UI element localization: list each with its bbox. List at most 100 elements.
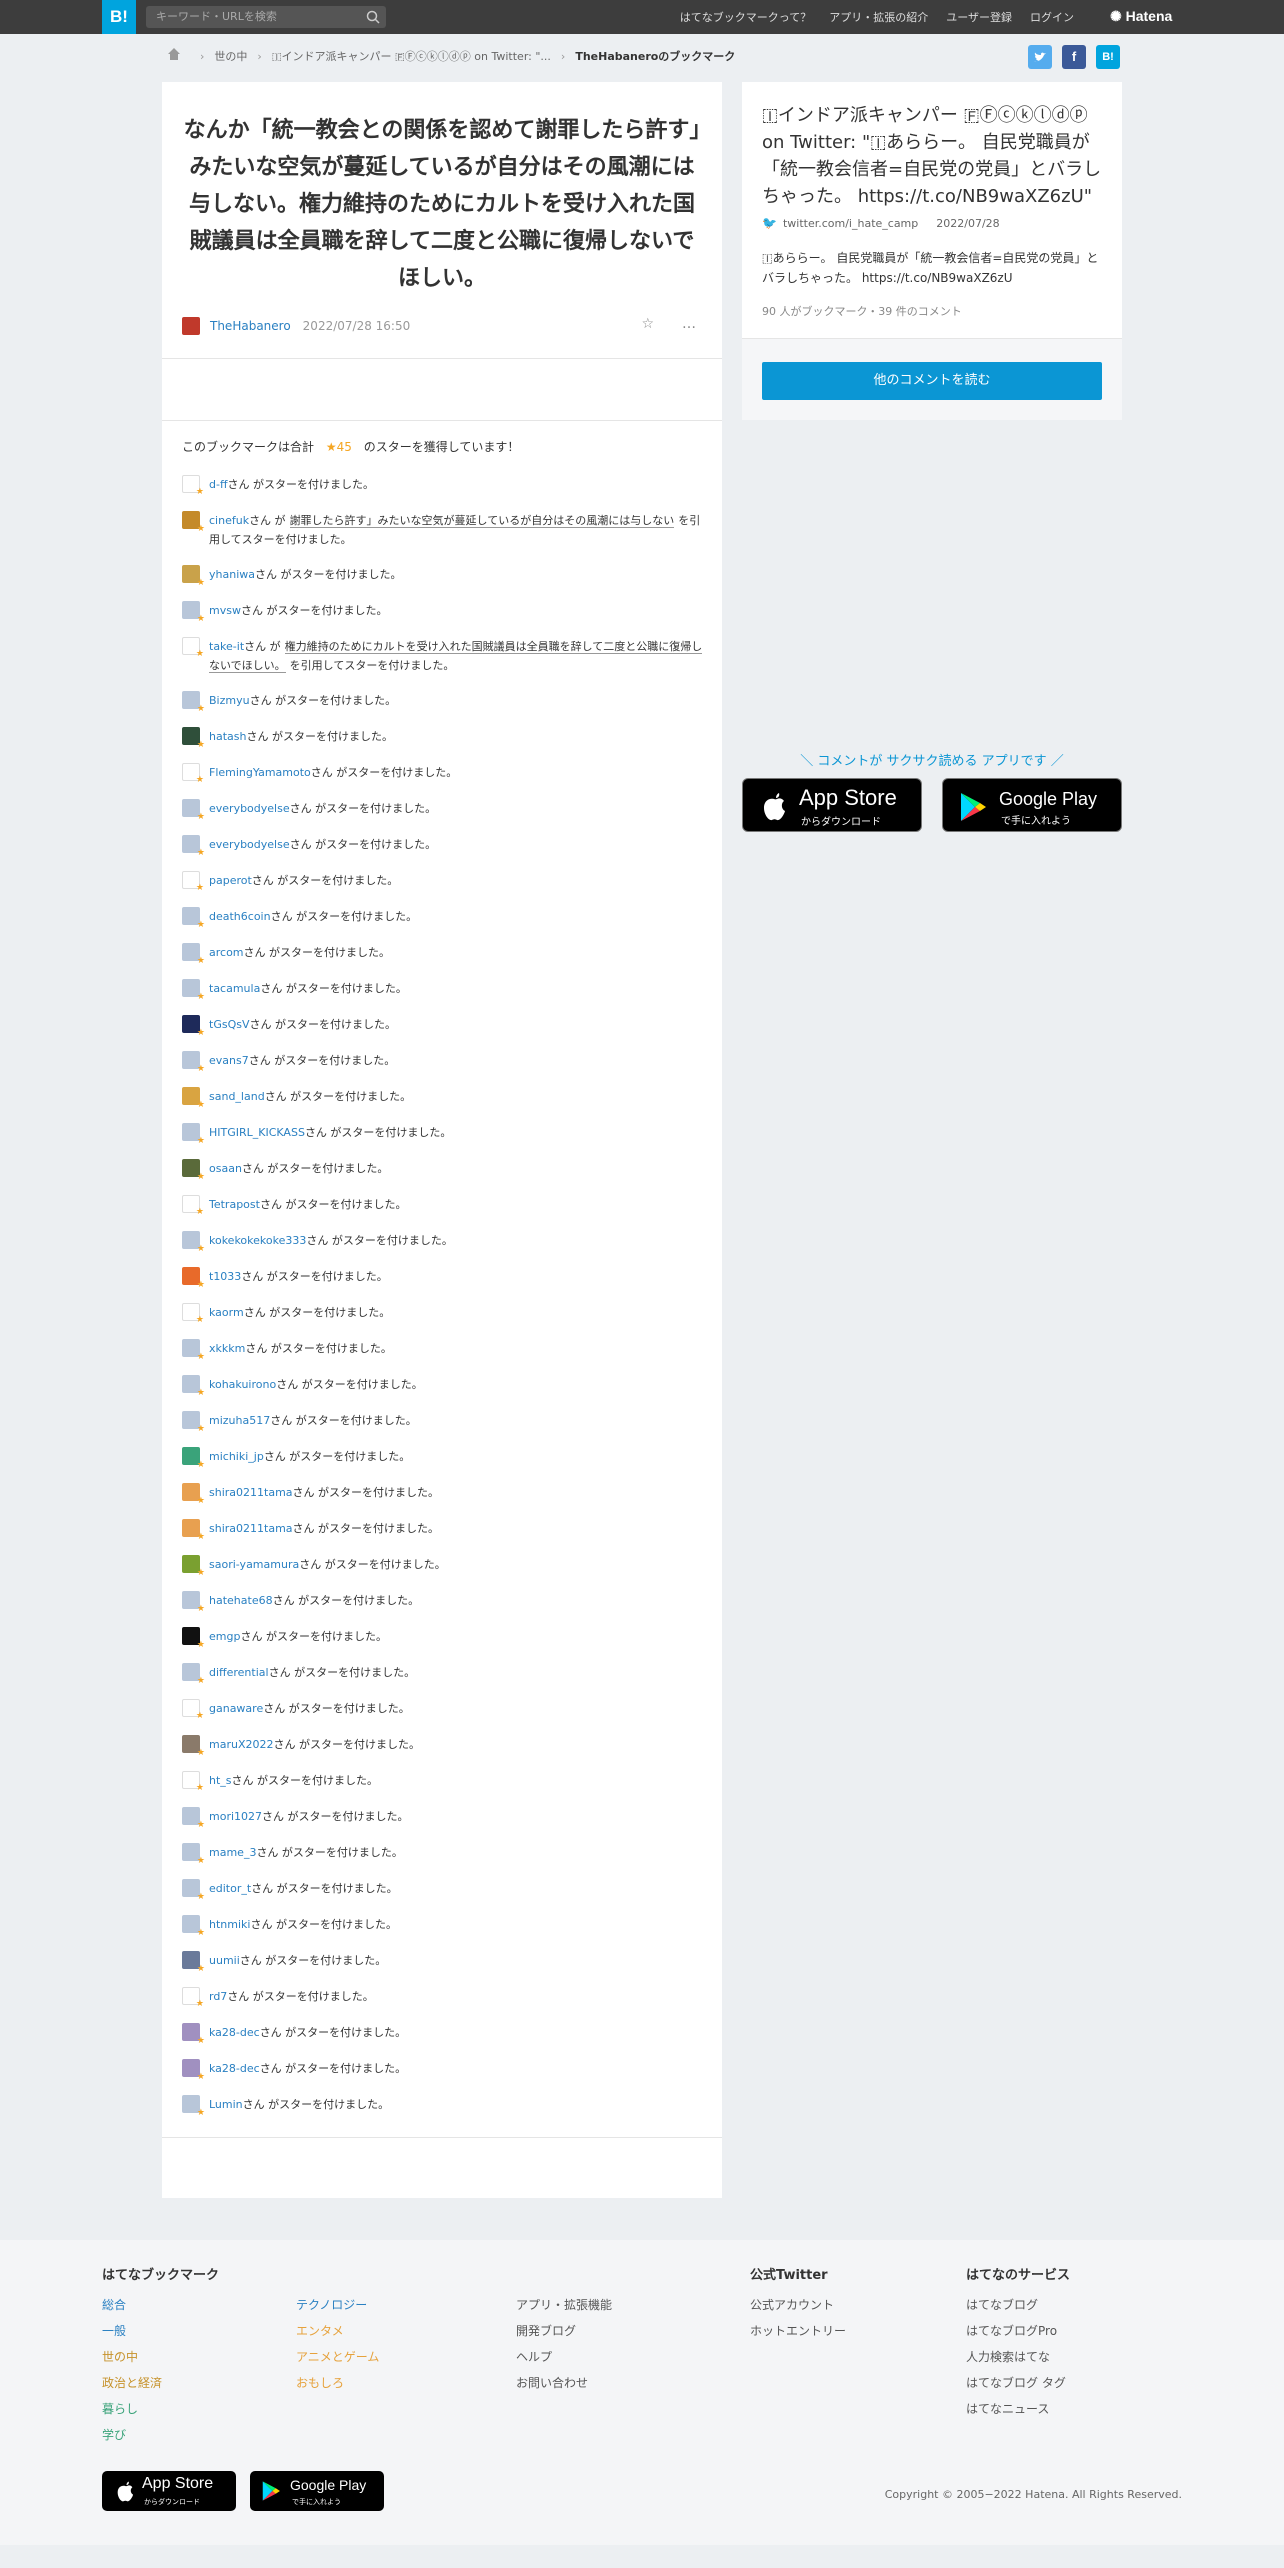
avatar[interactable] <box>182 2023 205 2046</box>
star-user[interactable]: cinefuk <box>209 514 249 527</box>
avatar[interactable] <box>182 1375 205 1398</box>
breadcrumb-entry[interactable]: 🇮インドア派キャンパー 🇫Ⓕⓒⓚⓛⓓⓟ on Twitter: "... <box>272 48 551 64</box>
star-count[interactable]: ★45 <box>326 440 352 454</box>
star-user[interactable]: xkkkm <box>209 1342 245 1355</box>
avatar[interactable] <box>182 871 204 893</box>
avatar[interactable] <box>182 907 205 930</box>
footer-app-store-button[interactable]: App Store からダウンロード <box>102 2471 236 2511</box>
nav-about[interactable]: はてなブックマークって？ <box>680 9 811 25</box>
avatar[interactable] <box>182 1735 205 1758</box>
share-facebook-button[interactable]: f <box>1062 45 1086 69</box>
footer-link[interactable]: 公式アカウント <box>750 2292 846 2318</box>
star-user[interactable]: mori1027 <box>209 1810 262 1823</box>
star-user[interactable]: maruX2022 <box>209 1738 273 1751</box>
avatar[interactable] <box>182 835 205 858</box>
star-user[interactable]: d-ff <box>209 478 228 491</box>
avatar[interactable] <box>182 2059 205 2082</box>
star-user[interactable]: Bizmyu <box>209 694 250 707</box>
avatar[interactable] <box>182 1195 204 1217</box>
avatar[interactable] <box>182 511 205 534</box>
star-user[interactable]: paperot <box>209 874 252 887</box>
footer-link[interactable]: はてなブログ <box>966 2292 1066 2318</box>
star-user[interactable]: death6coin <box>209 910 271 923</box>
nav-register[interactable]: ユーザー登録 <box>946 9 1012 25</box>
footer-link[interactable]: お問い合わせ <box>516 2370 612 2396</box>
footer-link[interactable]: おもしろ <box>296 2370 379 2396</box>
star-user[interactable]: editor_t <box>209 1882 251 1895</box>
entry-title[interactable]: 🇮インドア派キャンパー 🇫Ⓕⓒⓚⓛⓓⓟ on Twitter: "🇮あららー。 … <box>762 102 1102 210</box>
star-user[interactable]: ganaware <box>209 1702 263 1715</box>
avatar[interactable] <box>182 1879 205 1902</box>
avatar[interactable] <box>182 1807 205 1830</box>
avatar[interactable] <box>182 1303 204 1325</box>
star-user[interactable]: take-it <box>209 640 244 653</box>
star-user[interactable]: kohakuirono <box>209 1378 276 1391</box>
star-user[interactable]: shira0211tama <box>209 1486 293 1499</box>
avatar[interactable] <box>182 1699 204 1721</box>
avatar[interactable] <box>182 1555 205 1578</box>
avatar[interactable] <box>182 691 205 714</box>
star-user[interactable]: everybodyelse <box>209 802 290 815</box>
avatar[interactable] <box>182 1087 205 1110</box>
footer-link[interactable]: 総合 <box>102 2292 162 2318</box>
avatar[interactable] <box>182 1447 205 1470</box>
avatar[interactable] <box>182 1015 205 1038</box>
footer-link[interactable]: はてなニュース <box>966 2396 1066 2422</box>
google-play-button[interactable]: Google Play で手に入れよう <box>942 778 1122 832</box>
share-hatena-button[interactable]: B! <box>1096 45 1120 69</box>
avatar[interactable] <box>182 1519 205 1542</box>
hatena-bookmark-logo[interactable]: B! <box>102 0 136 34</box>
app-store-button[interactable]: からダウンロード App Store <box>742 778 922 832</box>
footer-link[interactable]: ホットエントリー <box>750 2318 846 2344</box>
star-user[interactable]: FlemingYamamoto <box>209 766 311 779</box>
star-user[interactable]: mizuha517 <box>209 1414 270 1427</box>
star-user[interactable]: sand_land <box>209 1090 265 1103</box>
star-user[interactable]: tGsQsV <box>209 1018 249 1031</box>
avatar[interactable] <box>182 601 205 624</box>
footer-link[interactable]: アプリ・拡張機能 <box>516 2292 612 2318</box>
avatar[interactable] <box>182 979 205 1002</box>
add-star-icon[interactable]: ☆ <box>641 316 654 332</box>
footer-link[interactable]: 人力検索はてな <box>966 2344 1066 2370</box>
star-user[interactable]: t1033 <box>209 1270 241 1283</box>
footer-link[interactable]: 開発ブログ <box>516 2318 612 2344</box>
entry-domain[interactable]: twitter.com/i_hate_camp <box>783 217 918 230</box>
star-user[interactable]: Lumin <box>209 2098 243 2111</box>
read-comments-button[interactable]: 他のコメントを読む <box>762 362 1102 400</box>
star-user[interactable]: ht_s <box>209 1774 232 1787</box>
avatar[interactable] <box>182 317 200 335</box>
star-user[interactable]: ka28-dec <box>209 2062 260 2075</box>
bookmark-date[interactable]: 2022/07/28 16:50 <box>303 319 411 333</box>
avatar[interactable] <box>182 727 205 750</box>
star-user[interactable]: osaan <box>209 1162 242 1175</box>
avatar[interactable] <box>182 475 204 497</box>
avatar[interactable] <box>182 1627 205 1650</box>
footer-link[interactable]: 一般 <box>102 2318 162 2344</box>
avatar[interactable] <box>182 1231 205 1254</box>
nav-apps[interactable]: アプリ・拡張の紹介 <box>829 9 928 25</box>
star-user[interactable]: mame_3 <box>209 1846 256 1859</box>
star-user[interactable]: yhaniwa <box>209 568 255 581</box>
share-twitter-button[interactable] <box>1028 45 1052 69</box>
footer-link[interactable]: エンタメ <box>296 2318 379 2344</box>
footer-link[interactable]: 学び <box>102 2422 162 2448</box>
star-user[interactable]: hatash <box>209 730 246 743</box>
avatar[interactable] <box>182 943 205 966</box>
star-user[interactable]: differential <box>209 1666 269 1679</box>
star-user[interactable]: kaorm <box>209 1306 244 1319</box>
star-quote[interactable]: 謝罪したら許す」みたいな空気が蔓延しているが自分はその風潮には与しない <box>289 514 675 528</box>
star-user[interactable]: shira0211tama <box>209 1522 293 1535</box>
avatar[interactable] <box>182 2095 205 2118</box>
avatar[interactable] <box>182 1123 205 1146</box>
footer-link[interactable]: テクノロジー <box>296 2292 379 2318</box>
footer-link[interactable]: 政治と経済 <box>102 2370 162 2396</box>
star-user[interactable]: kokekokekoke333 <box>209 1234 306 1247</box>
footer-link[interactable]: アニメとゲーム <box>296 2344 379 2370</box>
nav-login[interactable]: ログイン <box>1030 9 1074 25</box>
avatar[interactable] <box>182 1987 204 2009</box>
avatar[interactable] <box>182 1663 205 1686</box>
star-user[interactable]: arcom <box>209 946 244 959</box>
avatar[interactable] <box>182 637 204 659</box>
star-user[interactable]: everybodyelse <box>209 838 290 851</box>
star-user[interactable]: saori-yamamura <box>209 1558 299 1571</box>
